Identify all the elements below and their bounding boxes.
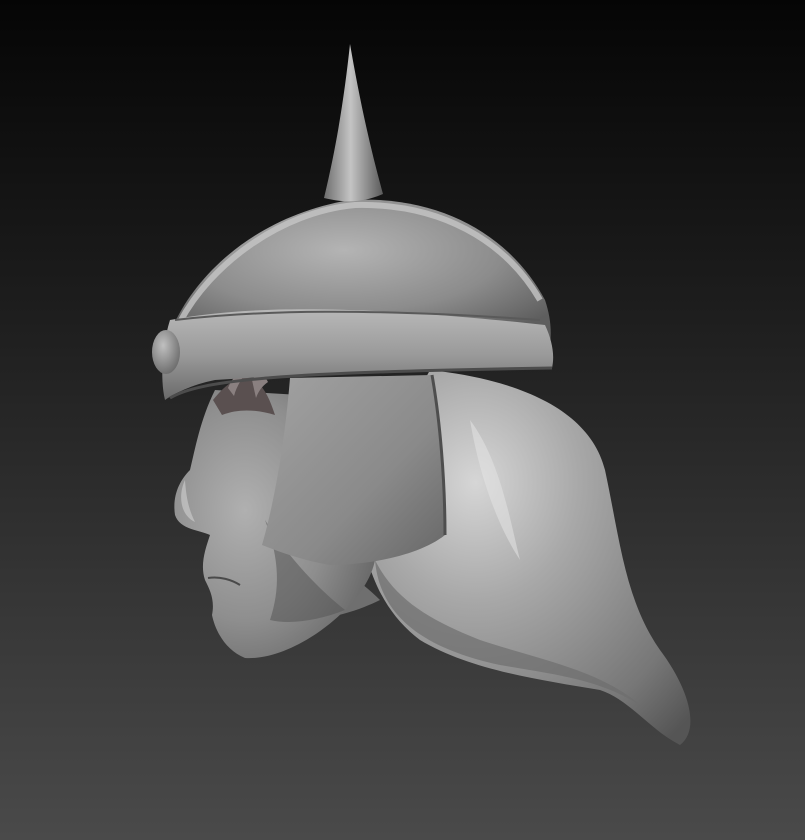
helmet-spike — [324, 44, 383, 202]
sculpt-viewport — [0, 0, 805, 840]
helmet-side-knob — [152, 330, 180, 374]
helmeted-head-sculpt — [152, 44, 691, 745]
ear-flap — [262, 375, 445, 565]
